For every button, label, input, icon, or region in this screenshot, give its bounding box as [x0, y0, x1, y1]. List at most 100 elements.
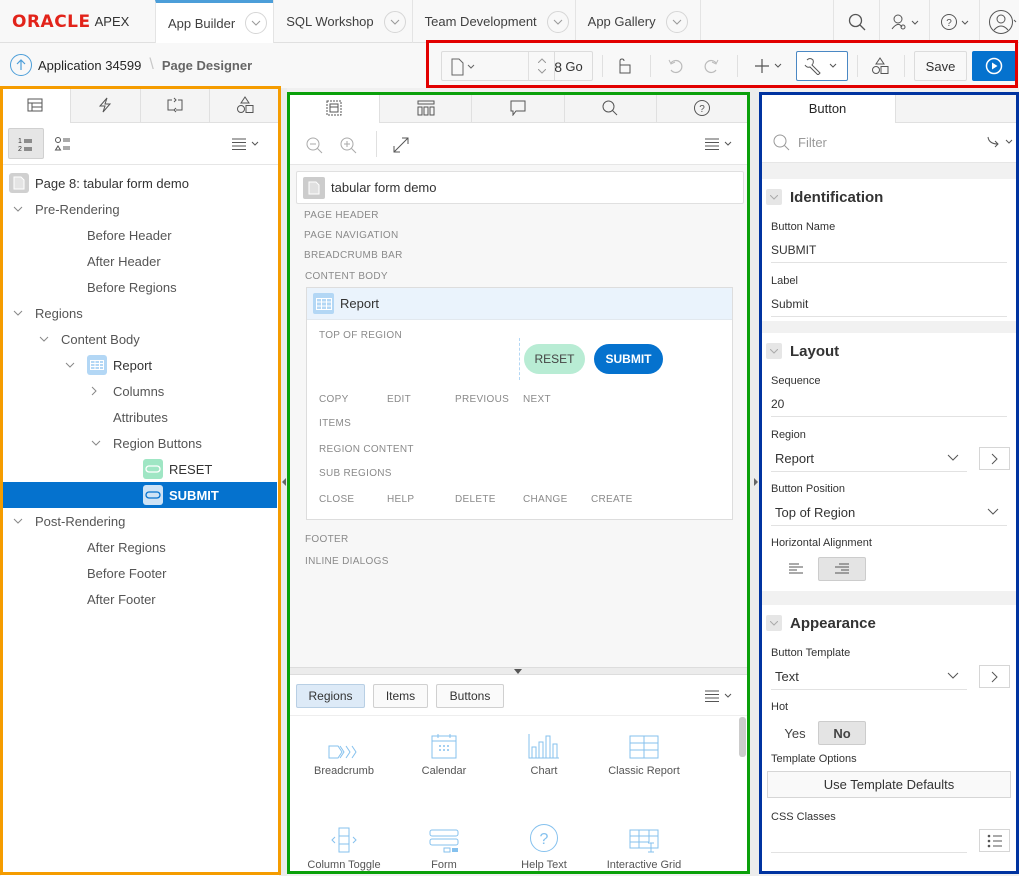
tree-node[interactable]: Report — [1, 352, 277, 378]
tab-processing[interactable] — [139, 88, 210, 122]
css-classes-picker-button[interactable] — [979, 829, 1010, 852]
tab-messages[interactable] — [471, 93, 563, 122]
group-by-processing-order-button[interactable] — [51, 133, 75, 155]
position-page-navigation[interactable]: PAGE NAVIGATION — [304, 230, 399, 241]
user-menu-button[interactable] — [979, 0, 1019, 43]
tree-node[interactable]: Before Header — [1, 222, 277, 248]
css-classes-field[interactable] — [771, 831, 967, 853]
gallery-item-interactive-grid[interactable]: Interactive Grid — [589, 823, 699, 871]
section-header-identification[interactable]: Identification — [760, 179, 1018, 215]
layout-menu-button[interactable] — [704, 137, 734, 151]
utilities-menu-button[interactable] — [796, 51, 848, 81]
tree-node[interactable]: After Header — [1, 248, 277, 274]
redo-button[interactable] — [697, 51, 725, 81]
run-button[interactable] — [972, 51, 1016, 81]
group-by-component-type-button[interactable]: 12 — [8, 128, 44, 159]
label-field[interactable]: Submit — [771, 297, 1007, 317]
gallery-item-column-toggle[interactable]: Column Toggle — [289, 823, 399, 871]
submit-button-preview[interactable]: SUBMIT — [594, 344, 663, 374]
shared-components-button[interactable] — [866, 51, 894, 81]
chevron-down-icon[interactable] — [13, 310, 27, 316]
tree-node[interactable]: Region Buttons — [1, 430, 277, 456]
gallery-menu-button[interactable] — [704, 689, 734, 703]
position-delete[interactable]: DELETE — [455, 494, 496, 505]
region-report[interactable]: Report TOP OF REGION RESET SUBMIT COPY E… — [306, 287, 733, 520]
use-template-defaults-button[interactable]: Use Template Defaults — [767, 771, 1011, 798]
collapse-icon[interactable] — [766, 189, 782, 205]
align-left-button[interactable] — [780, 557, 812, 581]
position-copy[interactable]: COPY — [319, 394, 349, 405]
nav-tab-app-builder[interactable]: App Builder — [155, 0, 274, 43]
gallery-item-breadcrumb[interactable]: Breadcrumb — [289, 729, 399, 777]
go-button[interactable]: Go — [554, 52, 593, 80]
tree-menu-button[interactable] — [231, 135, 265, 153]
tree-node[interactable]: Regions — [1, 300, 277, 326]
breadcrumb-application[interactable]: Application 34599 — [38, 58, 141, 73]
page-stepper[interactable] — [528, 52, 554, 80]
position-breadcrumb-bar[interactable]: BREADCRUMB BAR — [304, 250, 403, 261]
position-inline-dialogs[interactable]: INLINE DIALOGS — [305, 556, 389, 567]
region-select[interactable]: Report — [771, 451, 967, 472]
search-button[interactable] — [833, 0, 879, 43]
chevron-down-icon[interactable] — [245, 12, 268, 34]
button-template-select[interactable]: Text — [771, 669, 967, 690]
gallery-tab-regions[interactable]: Regions — [296, 684, 365, 708]
position-help[interactable]: HELP — [387, 494, 414, 505]
position-edit[interactable]: EDIT — [387, 394, 411, 405]
tree-node[interactable]: Columns — [1, 378, 277, 404]
chevron-down-icon[interactable] — [39, 336, 53, 342]
button-name-field[interactable]: SUBMIT — [771, 243, 1007, 263]
gallery-item-classic-report[interactable]: Classic Report — [589, 729, 699, 777]
button-position-select[interactable]: Top of Region — [771, 505, 1007, 526]
oracle-apex-logo[interactable]: ORACLE APEX — [0, 0, 155, 43]
tree-node[interactable]: After Regions — [1, 534, 277, 560]
tab-rendering[interactable] — [1, 88, 70, 123]
chevron-down-icon[interactable] — [546, 10, 569, 33]
tree-node[interactable]: RESET — [1, 456, 277, 482]
sequence-field[interactable]: 20 — [771, 397, 1007, 417]
tree-node[interactable]: After Footer — [1, 586, 277, 612]
save-button[interactable]: Save — [914, 51, 967, 81]
chevron-down-icon[interactable] — [65, 362, 79, 368]
right-splitter[interactable] — [750, 88, 759, 876]
position-content-body[interactable]: CONTENT BODY — [305, 271, 388, 282]
tree-node[interactable]: Page 8: tabular form demo — [1, 170, 277, 196]
tree-node[interactable]: Post-Rendering — [1, 508, 277, 534]
tree-node[interactable]: Before Regions — [1, 274, 277, 300]
tree-node[interactable]: Content Body — [1, 326, 277, 352]
layout-canvas[interactable]: tabular form demo PAGE HEADER PAGE NAVIG… — [288, 165, 748, 670]
position-region-content[interactable]: REGION CONTENT — [319, 444, 414, 455]
reset-button-preview[interactable]: RESET — [524, 344, 585, 374]
undo-button[interactable] — [662, 51, 690, 81]
expand-icon[interactable] — [392, 136, 410, 154]
position-change[interactable]: CHANGE — [523, 494, 568, 505]
filter-input[interactable]: Filter — [798, 135, 958, 150]
chevron-right-icon[interactable] — [91, 386, 105, 396]
tab-shared-components[interactable] — [209, 88, 279, 122]
gallery-item-form[interactable]: Form — [389, 823, 499, 871]
tree-node[interactable]: Attributes — [1, 404, 277, 430]
zoom-out-icon[interactable] — [306, 137, 324, 155]
position-footer[interactable]: FOOTER — [305, 534, 348, 545]
position-page-header[interactable]: PAGE HEADER — [304, 210, 379, 221]
tab-search[interactable] — [563, 93, 656, 122]
position-sub-regions[interactable]: SUB REGIONS — [319, 468, 392, 479]
collapse-icon[interactable] — [766, 615, 782, 631]
create-menu-button[interactable] — [752, 51, 788, 81]
help-button[interactable]: ? — [929, 0, 979, 43]
tab-component-view[interactable] — [379, 93, 471, 122]
zoom-in-icon[interactable] — [340, 137, 358, 155]
section-header-layout[interactable]: Layout — [760, 333, 1018, 369]
gallery-item-help-text[interactable]: ? Help Text — [489, 823, 599, 871]
region-header[interactable]: Report — [307, 288, 732, 320]
tree-node[interactable]: SUBMIT — [1, 482, 277, 508]
page-title-bar[interactable]: tabular form demo — [296, 171, 744, 204]
tree-node[interactable]: Pre-Rendering — [1, 196, 277, 222]
position-previous[interactable]: PREVIOUS — [455, 394, 509, 405]
go-to-group-button[interactable] — [986, 135, 1016, 149]
gallery-item-calendar[interactable]: Calendar — [389, 729, 499, 777]
go-to-region-button[interactable] — [979, 447, 1010, 470]
go-to-template-button[interactable] — [979, 665, 1010, 688]
left-splitter[interactable] — [281, 88, 287, 876]
gallery-scrollbar[interactable] — [739, 717, 746, 757]
